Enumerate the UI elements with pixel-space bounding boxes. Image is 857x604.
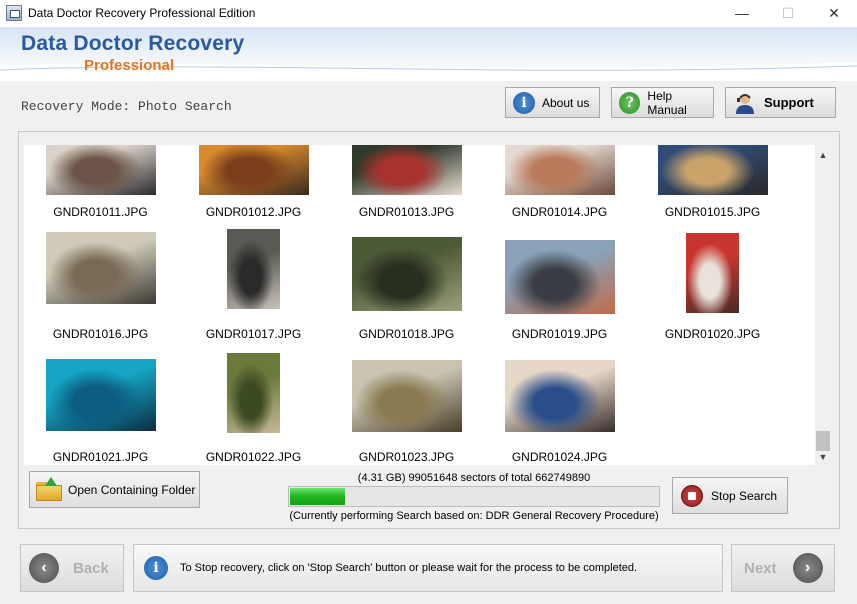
photo-filename: GNDR01018.JPG: [358, 327, 455, 341]
photo-filename: GNDR01015.JPG: [664, 205, 761, 219]
app-icon[interactable]: [6, 5, 22, 21]
photo-filename: GNDR01021.JPG: [52, 450, 149, 464]
recovery-mode-label: Recovery Mode: Photo Search: [21, 99, 232, 114]
stop-search-label: Stop Search: [711, 488, 778, 503]
photo-thumbnail[interactable]: [45, 232, 156, 304]
photo-filename: GNDR01023.JPG: [358, 450, 455, 464]
photo-filename: GNDR01019.JPG: [511, 327, 608, 341]
back-button[interactable]: ‹ Back: [20, 544, 124, 592]
about-us-button[interactable]: i About us: [505, 87, 600, 118]
title-bar: Data Doctor Recovery Professional Editio…: [0, 0, 857, 27]
photo-filename: GNDR01014.JPG: [511, 205, 608, 219]
about-us-label: About us: [542, 95, 590, 110]
photo-filename: GNDR01012.JPG: [205, 205, 302, 219]
progress-bar: [288, 486, 660, 507]
support-person-icon: [736, 93, 754, 114]
next-label: Next: [744, 559, 777, 577]
open-folder-label: Open Containing Folder: [68, 482, 196, 497]
photo-thumbnail[interactable]: [45, 359, 156, 431]
photo-filename: GNDR01022.JPG: [205, 450, 302, 464]
info-icon: i: [513, 91, 535, 114]
photo-thumbnail[interactable]: [504, 240, 615, 314]
scrollbar-thumb[interactable]: [816, 431, 830, 451]
next-arrow-icon: ›: [792, 553, 823, 583]
info-icon: i: [144, 556, 168, 580]
photo-thumbnail[interactable]: [351, 145, 462, 195]
scroll-up-icon[interactable]: ▲: [815, 147, 831, 163]
next-button[interactable]: Next ›: [731, 544, 835, 592]
support-label: Support: [764, 95, 814, 110]
open-folder-icon: [36, 476, 64, 501]
question-icon: ?: [619, 91, 641, 114]
back-label: Back: [73, 559, 109, 577]
photo-filename: GNDR01024.JPG: [511, 450, 608, 464]
photo-thumbnail[interactable]: [686, 233, 739, 313]
info-message: To Stop recovery, click on 'Stop Search'…: [180, 562, 638, 574]
photo-thumbnail[interactable]: [45, 145, 156, 195]
brand-name: Data Doctor Recovery: [21, 32, 245, 55]
close-button[interactable]: ✕: [811, 0, 857, 27]
window-title: Data Doctor Recovery Professional Editio…: [28, 6, 256, 20]
photo-thumbnail[interactable]: [227, 229, 280, 309]
photo-filename: GNDR01020.JPG: [664, 327, 761, 341]
photo-filename: GNDR01011.JPG: [53, 205, 148, 219]
photo-thumbnail[interactable]: [504, 360, 615, 432]
photo-filename: GNDR01013.JPG: [358, 205, 455, 219]
stop-icon: [681, 484, 703, 507]
stop-search-button[interactable]: Stop Search: [672, 477, 788, 514]
photo-thumbnail[interactable]: [351, 237, 462, 311]
photo-thumbnail[interactable]: [657, 145, 768, 195]
back-arrow-icon: ‹: [29, 553, 59, 583]
brand-edition: Professional: [84, 57, 175, 74]
photo-thumbnail[interactable]: [351, 360, 462, 432]
vertical-scrollbar[interactable]: ▲ ▼: [815, 145, 831, 465]
maximize-button[interactable]: ☐: [765, 0, 811, 27]
scroll-down-icon[interactable]: ▼: [815, 449, 831, 465]
minimize-button[interactable]: —: [719, 0, 765, 27]
open-containing-folder-button[interactable]: Open Containing Folder: [29, 471, 200, 508]
photo-thumbnail[interactable]: [504, 145, 615, 195]
photo-filename: GNDR01017.JPG: [205, 327, 302, 341]
support-button[interactable]: Support: [725, 87, 836, 118]
search-status: (Currently performing Search based on: D…: [289, 510, 659, 522]
help-manual-button[interactable]: ? Help Manual: [611, 87, 714, 118]
help-manual-label: Help Manual: [647, 88, 687, 117]
photo-thumbnail[interactable]: [198, 145, 309, 195]
progress-fill: [290, 488, 346, 505]
info-message-box: i To Stop recovery, click on 'Stop Searc…: [133, 544, 723, 592]
photo-filename: GNDR01016.JPG: [52, 327, 149, 341]
sectors-status: (4.31 GB) 99051648 sectors of total 6627…: [357, 472, 591, 484]
photo-grid[interactable]: GNDR01011.JPG GNDR01012.JPG GNDR01013.JPG G…: [24, 145, 815, 465]
photo-thumbnail[interactable]: [227, 353, 280, 433]
